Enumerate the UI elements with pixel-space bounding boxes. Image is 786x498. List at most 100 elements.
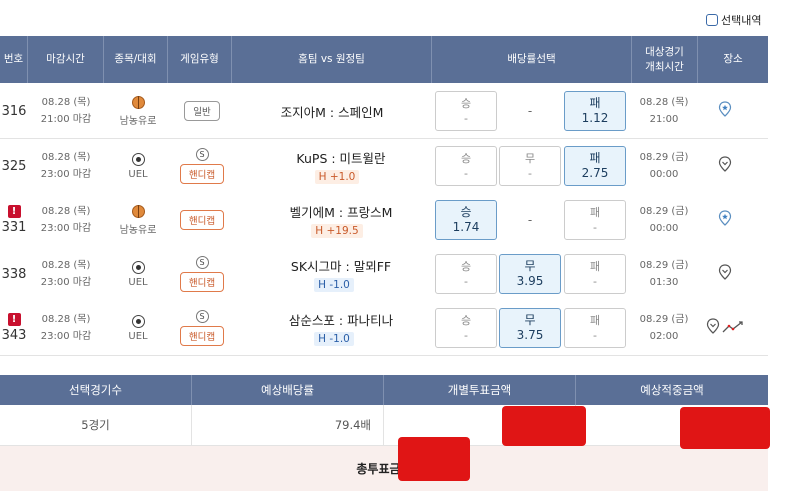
col-odds: 배당률선택 (432, 36, 632, 83)
match-date: 08.28 (목) (41, 152, 91, 163)
select-history-toggle[interactable]: 선택내역 (706, 12, 761, 28)
pin-icon[interactable] (718, 264, 732, 284)
venue-date-cell: 08.29 (금) 02:00 (632, 301, 696, 355)
venue-date: 08.29 (금) (639, 152, 689, 163)
venue-date-cell: 08.29 (금) 00:00 (632, 139, 696, 193)
venue-time: 00:00 (649, 169, 679, 180)
match-number: 331 (1, 220, 27, 235)
odds-lose-button[interactable]: 패 1.12 (564, 91, 626, 131)
game-type-cell: S 핸디캡 (172, 247, 232, 301)
match-date: 08.28 (목) (41, 260, 91, 271)
teams-cell: SK시그마 : 말뫼FF H -1.0 (232, 247, 432, 301)
venue-time: 00:00 (649, 223, 679, 234)
league-name: 남농유로 (119, 224, 157, 236)
odds-draw-label: 무 (524, 313, 536, 327)
soccer-icon (131, 152, 145, 166)
venue-time: 02:00 (649, 331, 679, 342)
league-name: UEL (128, 276, 148, 288)
game-type-badge: 핸디캡 (179, 164, 225, 184)
venue-date: 08.29 (금) (639, 314, 689, 325)
star-pin-icon[interactable] (718, 210, 732, 230)
league-name: 남농유로 (119, 115, 157, 127)
venue-cell (705, 139, 745, 193)
special-icon: S (195, 148, 209, 161)
odds-win-value: - (464, 329, 468, 342)
odds-draw-button[interactable]: 무 3.75 (499, 308, 561, 348)
deadline-cell: 08.28 (목) 21:00 마감 (30, 84, 102, 138)
select-history-checkbox[interactable] (706, 14, 718, 26)
table-row: ! 331 08.28 (목) 23:00 마감 남농유로 핸디캡 벨기에M : 프랑스M H… (0, 193, 768, 248)
col-game-type: 게임유형 (168, 36, 232, 83)
col-venue-date-line2: 개최시간 (645, 60, 684, 73)
odds-lose-value: 2.75 (581, 166, 609, 180)
team-names: 조지아M : 스페인M (280, 104, 384, 120)
game-type-cell: S 핸디캡 (172, 139, 232, 193)
venue-date: 08.29 (금) (639, 206, 689, 217)
selected-count: 5경기 (0, 405, 192, 445)
odds-win-button[interactable]: 승- (435, 146, 497, 186)
odds-lose-button[interactable]: 패- (564, 200, 626, 240)
pin-icon[interactable] (718, 156, 732, 176)
odds-lose-button[interactable]: 패- (564, 308, 626, 348)
odds-win-button[interactable]: 승- (435, 91, 497, 131)
deadline-cell: 08.28 (목) 23:00 마감 (30, 301, 102, 355)
pin-icon[interactable] (706, 318, 720, 338)
redaction-mark (680, 407, 770, 449)
venue-cell (705, 84, 745, 138)
odds-lose-button[interactable]: 패 2.75 (564, 146, 626, 186)
odds-lose-label: 패 (589, 314, 601, 327)
game-type-badge: 핸디캡 (179, 272, 225, 292)
venue-date-cell: 08.29 (금) 00:00 (632, 193, 696, 247)
special-icon: S (195, 256, 209, 269)
deadline-time: 23:00 마감 (40, 277, 92, 288)
odds-win-button[interactable]: 승- (435, 308, 497, 348)
odds-win-button[interactable]: 승 1.74 (435, 200, 497, 240)
redaction-mark (398, 437, 470, 481)
basketball-icon (131, 95, 145, 109)
match-number: 338 (1, 266, 27, 282)
match-number: 343 (1, 328, 27, 343)
teams-cell: 조지아M : 스페인M (232, 84, 432, 138)
odds-draw-label: 무 (524, 259, 536, 273)
match-number: 316 (1, 103, 27, 119)
odds-lose-button[interactable]: 패- (564, 254, 626, 294)
sport-cell: UEL (114, 139, 162, 193)
col-deadline: 마감시간 (28, 36, 104, 83)
odds-lose-value: - (593, 275, 597, 288)
match-number-cell: 316 (0, 84, 28, 138)
venue-cell (705, 301, 745, 355)
team-names: KuPS : 미트윌란 (296, 151, 386, 166)
soccer-icon (131, 314, 145, 328)
summary-header-win: 예상적중금액 (576, 375, 768, 405)
sport-cell: 남농유로 (114, 84, 162, 138)
match-number: 325 (1, 158, 27, 174)
match-number-cell: 338 (0, 247, 28, 301)
odds-win-label: 승 (460, 152, 472, 165)
teams-cell: KuPS : 미트윌란 H +1.0 (232, 139, 432, 193)
col-venue-date-line1: 대상경기 (645, 45, 684, 58)
odds-draw-empty: - (527, 213, 533, 227)
league-name: UEL (128, 330, 148, 342)
deadline-time: 23:00 마감 (40, 331, 92, 342)
odds-draw-button[interactable]: 무- (499, 146, 561, 186)
col-sport: 종목/대회 (104, 36, 168, 83)
odds-draw-button[interactable]: 무 3.95 (499, 254, 561, 294)
game-type-badge: 핸디캡 (179, 326, 225, 346)
game-type-badge: 일반 (184, 101, 220, 121)
deadline-time: 23:00 마감 (40, 169, 92, 180)
summary-header-odds: 예상배당률 (192, 375, 384, 405)
odds-win-button[interactable]: 승- (435, 254, 497, 294)
deadline-time: 21:00 마감 (40, 114, 92, 125)
team-names: 삼순스포 : 파나티나 (288, 313, 394, 328)
star-pin-icon[interactable] (718, 101, 732, 121)
odds-draw-value: - (528, 167, 532, 180)
venue-date: 08.28 (목) (639, 97, 689, 108)
odds-draw-label: 무 (524, 152, 536, 165)
match-number-cell: ! 343 (0, 301, 28, 355)
trend-chart-icon[interactable] (722, 319, 744, 338)
odds-draw-value: 3.95 (516, 274, 544, 288)
league-name: UEL (128, 168, 148, 180)
venue-time: 01:30 (649, 277, 679, 288)
game-type-cell: S 핸디캡 (172, 301, 232, 355)
venue-date-cell: 08.29 (금) 01:30 (632, 247, 696, 301)
